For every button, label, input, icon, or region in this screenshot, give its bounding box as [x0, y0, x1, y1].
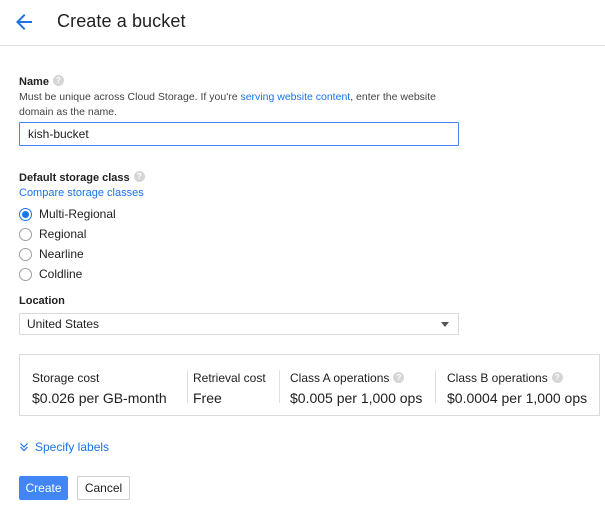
storage-class-section: Default storage class? Compare storage c… [19, 170, 145, 284]
radio-button[interactable] [19, 247, 32, 261]
compare-storage-classes-link[interactable]: Compare storage classes [19, 187, 145, 199]
cost-title: Class B operations [447, 371, 548, 385]
bucket-name-input[interactable] [19, 122, 459, 146]
page-header: Create a bucket [0, 0, 605, 46]
help-icon[interactable]: ? [551, 372, 563, 384]
storage-class-label-row: Default storage class? [19, 170, 145, 184]
cost-title-row: Class B operations? [447, 371, 563, 385]
retrieval-cost-column: Retrieval cost Free [187, 370, 280, 406]
radio-button[interactable] [19, 267, 32, 281]
dropdown-caret-icon [441, 322, 449, 327]
create-button[interactable]: Create [19, 476, 68, 500]
chevron-down-icon [20, 443, 28, 452]
storage-class-radio-group: Multi-Regional Regional Nearline Coldlin… [19, 204, 145, 284]
cost-title: Retrieval cost [193, 371, 266, 385]
radio-button[interactable] [19, 227, 32, 241]
storage-class-label: Default storage class [19, 172, 130, 184]
cost-title-row: Class A operations? [290, 371, 405, 385]
radio-option-nearline[interactable]: Nearline [19, 244, 145, 264]
radio-option-regional[interactable]: Regional [19, 224, 145, 244]
help-icon[interactable]: ? [133, 171, 145, 183]
specify-labels-toggle[interactable]: Specify labels [19, 440, 109, 454]
specify-labels-label: Specify labels [35, 440, 110, 454]
cost-value: $0.0004 per 1,000 ops [447, 390, 588, 406]
name-label: Name [19, 76, 49, 88]
help-icon[interactable]: ? [393, 372, 405, 384]
cost-title: Class A operations [290, 371, 390, 385]
name-help-text: Must be unique across Cloud Storage. If … [19, 90, 459, 120]
cost-value: $0.005 per 1,000 ops [290, 390, 423, 406]
cost-title: Storage cost [32, 371, 100, 385]
name-label-row: Name? [19, 74, 459, 88]
radio-label: Nearline [39, 247, 84, 261]
help-icon[interactable]: ? [52, 75, 64, 87]
name-section: Name? Must be unique across Cloud Storag… [19, 74, 459, 120]
radio-option-multi-regional[interactable]: Multi-Regional [19, 204, 145, 224]
cost-value: Free [193, 390, 222, 406]
radio-button[interactable] [19, 207, 32, 221]
radio-label: Coldline [39, 267, 83, 281]
location-label: Location [19, 295, 65, 307]
class-a-operations-column: Class A operations? $0.005 per 1,000 ops [279, 370, 436, 406]
class-b-operations-column: Class B operations? $0.0004 per 1,000 op… [435, 370, 601, 406]
cost-value: $0.026 per GB-month [32, 390, 167, 406]
cost-summary-box: Storage cost $0.026 per GB-month Retriev… [19, 354, 600, 416]
cancel-button[interactable]: Cancel [77, 476, 130, 500]
radio-option-coldline[interactable]: Coldline [19, 264, 145, 284]
serving-website-content-link[interactable]: serving website content [240, 91, 350, 103]
help-text-before: Must be unique across Cloud Storage. If … [19, 91, 241, 103]
radio-label: Regional [39, 227, 87, 241]
location-select[interactable]: United States [19, 313, 459, 335]
location-value: United States [27, 317, 100, 331]
radio-label: Multi-Regional [39, 207, 116, 221]
storage-cost-column: Storage cost $0.026 per GB-month [20, 355, 187, 415]
arrow-back-icon[interactable] [12, 10, 36, 34]
page-title: Create a bucket [57, 11, 186, 31]
